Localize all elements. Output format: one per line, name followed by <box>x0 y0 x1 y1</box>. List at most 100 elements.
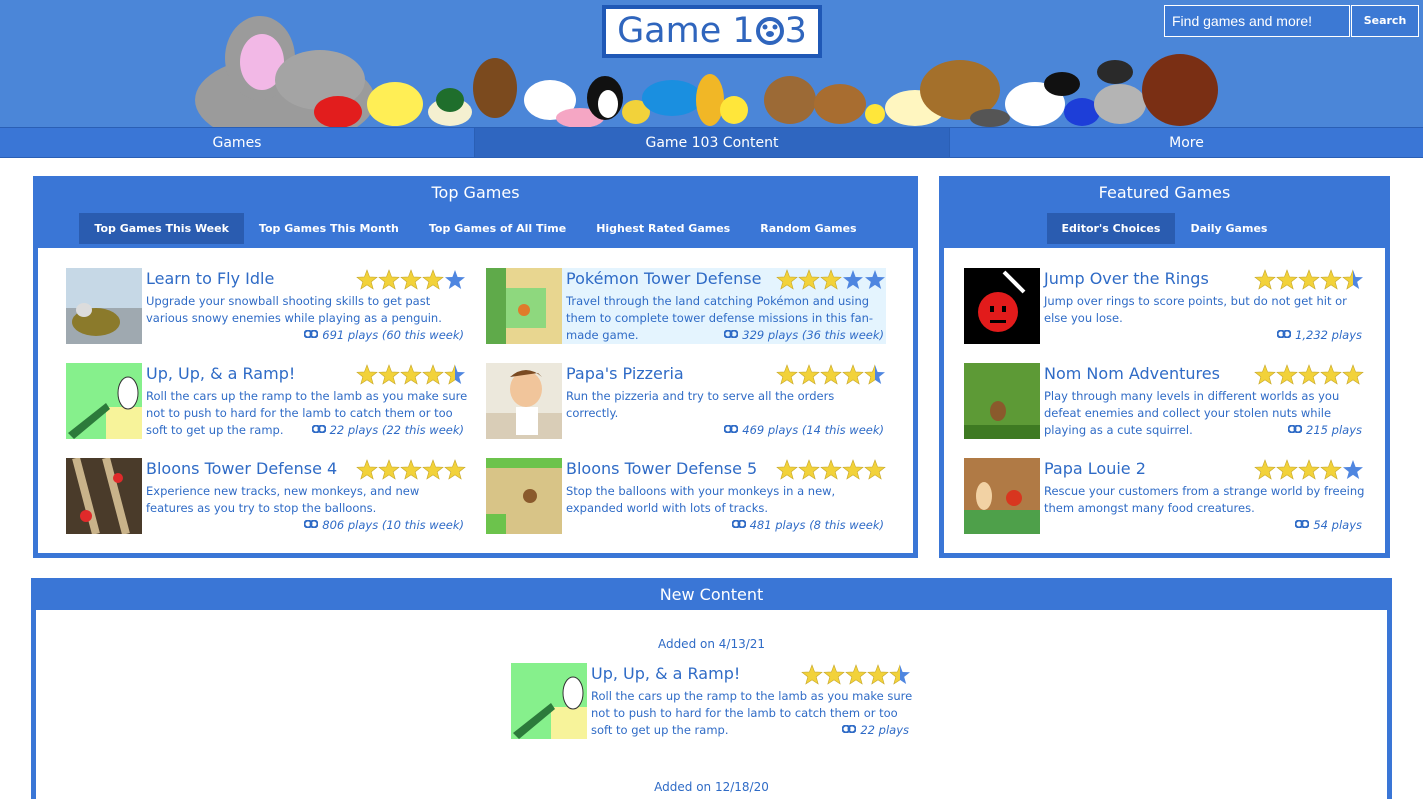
nav-item-more[interactable]: More <box>950 128 1423 157</box>
game-thumbnail[interactable] <box>964 458 1040 534</box>
star-filled-icon <box>1298 364 1320 385</box>
star-filled-icon <box>1320 364 1342 385</box>
tab-top-games-all-time[interactable]: Top Games of All Time <box>414 213 581 244</box>
star-icon <box>445 270 465 289</box>
play-count: 691 plays (60 this week) <box>304 327 464 344</box>
star-rating <box>356 459 466 480</box>
game-thumbnail[interactable] <box>66 458 142 534</box>
eye-icon <box>311 425 326 433</box>
featured-games-title: Featured Games <box>1098 183 1231 202</box>
star-filled-icon <box>823 664 845 685</box>
game-title[interactable]: Nom Nom Adventures <box>1044 363 1220 385</box>
tab-random-games[interactable]: Random Games <box>745 213 871 244</box>
play-count: 1,232 plays <box>1277 327 1362 344</box>
star-icon <box>1343 460 1363 479</box>
game-thumbnail[interactable] <box>486 268 562 344</box>
star-rating <box>1254 459 1363 480</box>
game-card[interactable]: Bloons Tower Defense 4 Experience new tr… <box>66 458 466 534</box>
tab-highest-rated[interactable]: Highest Rated Games <box>581 213 745 244</box>
star-filled-icon <box>422 364 444 385</box>
game-card[interactable]: Learn to Fly Idle Upgrade your snowball … <box>66 268 466 344</box>
star-filled-icon <box>820 364 842 385</box>
play-count: 481 plays (8 this week) <box>731 517 884 534</box>
game-title[interactable]: Bloons Tower Defense 5 <box>566 458 757 480</box>
eye-icon <box>1277 330 1292 338</box>
star-filled-icon <box>400 459 422 480</box>
new-content-title: New Content <box>659 585 764 604</box>
play-count: 22 plays <box>842 722 909 739</box>
play-count: 54 plays <box>1295 517 1362 534</box>
game-card[interactable]: Pokémon Tower Defense Travel through the… <box>486 268 886 344</box>
game-title[interactable]: Up, Up, & a Ramp! <box>146 363 295 385</box>
star-filled-icon <box>776 269 798 290</box>
star-filled-icon <box>798 459 820 480</box>
logo-text: Game 1 <box>617 11 755 51</box>
tab-top-games-month[interactable]: Top Games This Month <box>244 213 414 244</box>
game-thumbnail[interactable] <box>486 458 562 534</box>
new-content-list: Added on 4/13/21 Up, Up, & a Ramp! Roll … <box>36 610 1387 799</box>
eye-icon <box>842 725 857 733</box>
star-icon <box>843 270 863 289</box>
game-title[interactable]: Up, Up, & a Ramp! <box>591 663 740 685</box>
game-title[interactable]: Jump Over the Rings <box>1044 268 1209 290</box>
star-filled-icon <box>845 664 867 685</box>
added-date: Added on 4/13/21 <box>657 637 766 651</box>
star-filled-icon <box>820 269 842 290</box>
star-filled-icon <box>356 269 378 290</box>
game-thumbnail[interactable] <box>66 268 142 344</box>
tab-top-games-week[interactable]: Top Games This Week <box>79 213 244 244</box>
game-title[interactable]: Learn to Fly Idle <box>146 268 274 290</box>
top-games-panel: Top Games Top Games This Week Top Games … <box>33 176 918 558</box>
star-filled-icon <box>444 459 466 480</box>
star-filled-icon <box>400 364 422 385</box>
star-filled-icon <box>1342 364 1364 385</box>
star-filled-icon <box>1276 459 1298 480</box>
game-description: Run the pizzeria and try to serve all th… <box>566 389 835 420</box>
star-rating <box>356 364 465 385</box>
star-filled-icon <box>1254 459 1276 480</box>
top-games-title: Top Games <box>431 183 520 202</box>
game-card[interactable]: Up, Up, & a Ramp! Roll the cars up the r… <box>66 363 467 439</box>
star-filled-icon <box>776 459 798 480</box>
featured-games-panel: Featured Games Editor's Choices Daily Ga… <box>939 176 1390 558</box>
game-thumbnail[interactable] <box>511 663 587 739</box>
search-button[interactable]: Search <box>1351 5 1419 37</box>
game-description: Upgrade your snowball shooting skills to… <box>146 294 442 325</box>
star-rating <box>1254 364 1364 385</box>
game-thumbnail[interactable] <box>486 363 562 439</box>
nav-item-game103-content[interactable]: Game 103 Content <box>474 128 950 157</box>
game-card[interactable]: Up, Up, & a Ramp! Roll the cars up the r… <box>511 663 912 739</box>
game-card[interactable]: Nom Nom Adventures Play through many lev… <box>964 363 1364 439</box>
new-content-panel: New Content Added on 4/13/21 Up, Up, & a… <box>31 578 1392 799</box>
star-filled-icon <box>1276 269 1298 290</box>
game-title[interactable]: Papa's Pizzeria <box>566 363 684 385</box>
tab-daily-games[interactable]: Daily Games <box>1175 213 1282 244</box>
game-thumbnail[interactable] <box>66 363 142 439</box>
tab-editors-choices[interactable]: Editor's Choices <box>1046 213 1176 244</box>
star-filled-icon <box>867 664 889 685</box>
star-rating <box>776 269 885 290</box>
game-thumbnail[interactable] <box>964 268 1040 344</box>
game-card[interactable]: Bloons Tower Defense 5 Stop the balloons… <box>486 458 886 534</box>
paw-icon <box>755 17 784 45</box>
star-rating <box>1254 269 1363 290</box>
game-card[interactable]: Papa's Pizzeria Run the pizzeria and try… <box>486 363 886 439</box>
game-thumbnail[interactable] <box>964 363 1040 439</box>
added-date: Added on 12/18/20 <box>654 780 769 794</box>
nav-item-games[interactable]: Games <box>0 128 474 157</box>
star-filled-icon <box>378 269 400 290</box>
site-header: Game 1 3 Find games and more! Search <box>0 0 1423 127</box>
star-rating <box>801 664 910 685</box>
star-icon <box>865 270 885 289</box>
play-count: 215 plays <box>1288 422 1362 439</box>
game-title[interactable]: Pokémon Tower Defense <box>566 268 761 290</box>
site-logo[interactable]: Game 1 3 <box>602 5 822 58</box>
game-card[interactable]: Jump Over the Rings Jump over rings to s… <box>964 268 1364 344</box>
game-title[interactable]: Papa Louie 2 <box>1044 458 1146 480</box>
play-count: 469 plays (14 this week) <box>724 422 884 439</box>
game-description: Rescue your customers from a strange wor… <box>1044 484 1365 515</box>
search-input[interactable]: Find games and more! <box>1164 5 1350 37</box>
game-card[interactable]: Papa Louie 2 Rescue your customers from … <box>964 458 1364 534</box>
eye-icon <box>304 330 319 338</box>
game-title[interactable]: Bloons Tower Defense 4 <box>146 458 337 480</box>
